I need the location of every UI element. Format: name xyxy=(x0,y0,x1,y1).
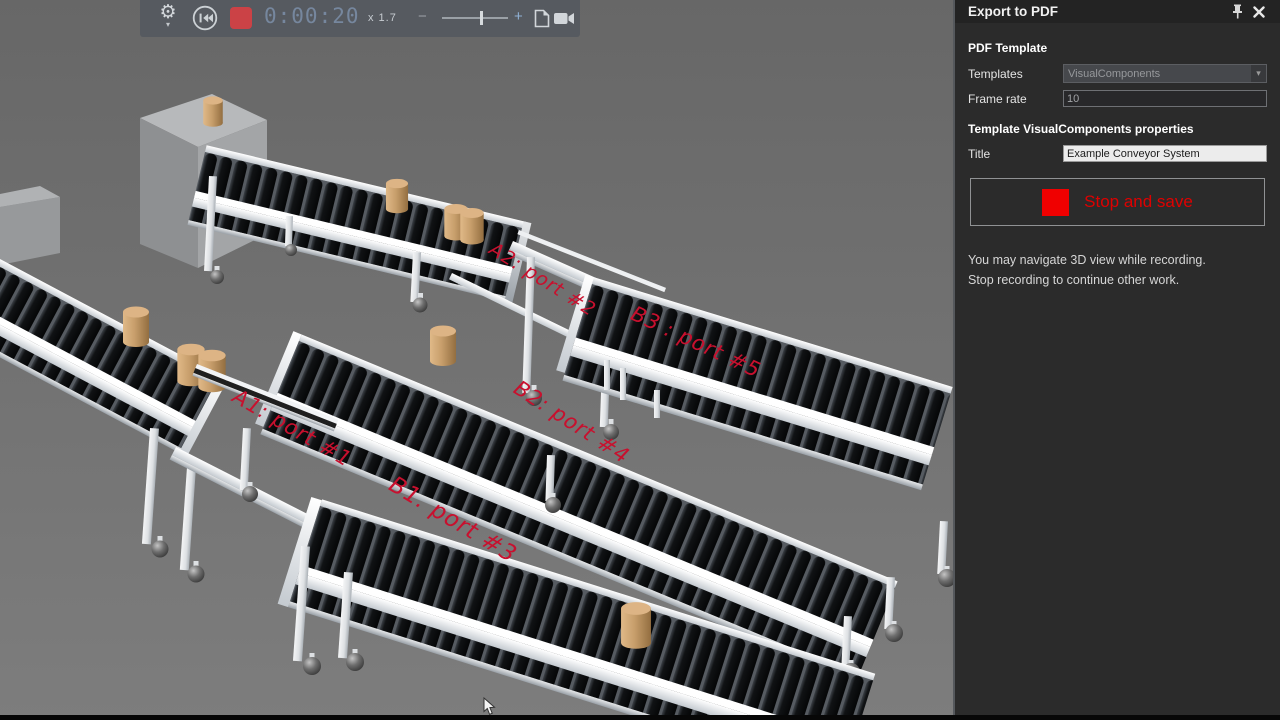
speed-minus-button[interactable]: − xyxy=(418,8,427,25)
speed-slider[interactable] xyxy=(442,17,508,19)
stop-square-icon xyxy=(1042,189,1069,216)
title-input[interactable] xyxy=(1063,145,1267,162)
speed-plus-button[interactable]: + xyxy=(514,8,523,25)
note-line: You may navigate 3D view while recording… xyxy=(968,250,1267,270)
cylinder xyxy=(203,96,223,126)
playback-speed: x 1.7 xyxy=(368,12,397,24)
settings-button[interactable]: ⚙ ▾ xyxy=(156,2,180,28)
close-icon xyxy=(1253,6,1265,18)
app-window: A1: port #1 A2: port #2 B1. port #3 B2: … xyxy=(0,0,1280,720)
cylinder xyxy=(123,307,149,348)
3d-viewport[interactable]: A1: port #1 A2: port #2 B1. port #3 B2: … xyxy=(0,0,953,720)
chevron-down-icon: ▾ xyxy=(1251,65,1266,82)
templates-label: Templates xyxy=(968,67,1063,81)
record-stop-button[interactable] xyxy=(230,7,252,29)
machine-box-small xyxy=(0,186,60,265)
conveyor-foot xyxy=(152,536,205,583)
frame-rate-label: Frame rate xyxy=(968,92,1063,106)
conveyor-foot xyxy=(303,649,364,675)
note-line: Stop recording to continue other work. xyxy=(968,270,1267,290)
stop-and-save-label: Stop and save xyxy=(1084,192,1193,212)
pdf-document-icon xyxy=(534,9,550,28)
recording-notes: You may navigate 3D view while recording… xyxy=(968,250,1267,290)
video-camera-icon xyxy=(554,12,575,25)
record-video-button[interactable] xyxy=(554,12,575,30)
export-to-pdf-panel: Export to PDF PDF Template Templates xyxy=(953,0,1280,720)
pin-button[interactable] xyxy=(1226,4,1248,20)
recording-toolbar: ⚙ ▾ 0:00:20 x 1.7 − + xyxy=(140,0,580,37)
panel-header: Export to PDF xyxy=(955,0,1280,23)
recording-timer: 0:00:20 xyxy=(264,4,360,28)
panel-body: PDF Template Templates VisualComponents … xyxy=(955,23,1280,290)
pin-icon xyxy=(1231,4,1244,19)
stop-and-save-button[interactable]: Stop and save xyxy=(970,178,1265,226)
cylinder xyxy=(386,179,408,213)
templates-selected-value: VisualComponents xyxy=(1064,68,1251,80)
rewind-button[interactable] xyxy=(192,5,218,31)
templates-select[interactable]: VisualComponents ▾ xyxy=(1063,64,1267,83)
title-label: Title xyxy=(968,147,1063,161)
section-template-properties: Template VisualComponents properties xyxy=(968,122,1267,136)
cylinder xyxy=(621,602,651,649)
cylinder xyxy=(460,208,483,244)
slider-thumb[interactable] xyxy=(480,11,483,25)
export-pdf-button[interactable] xyxy=(534,9,550,33)
section-pdf-template: PDF Template xyxy=(968,41,1267,55)
skip-to-start-icon xyxy=(192,5,218,31)
cylinder xyxy=(430,326,456,367)
frame-rate-input[interactable] xyxy=(1063,90,1267,107)
3d-scene: A1: port #1 A2: port #2 B1. port #3 B2: … xyxy=(0,0,953,720)
close-button[interactable] xyxy=(1248,4,1270,20)
letterbox-bar xyxy=(0,715,1280,720)
panel-title: Export to PDF xyxy=(968,4,1226,19)
